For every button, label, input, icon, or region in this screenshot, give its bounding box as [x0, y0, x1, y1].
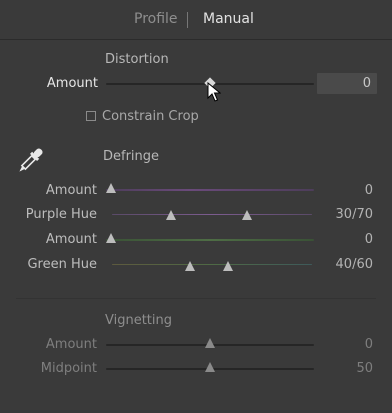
defringe-green-amount-label: Amount: [45, 232, 97, 247]
mouse-pointer-icon: [207, 82, 221, 102]
tab-bar: Profile Manual: [0, 0, 392, 40]
vignetting-midpoint-label: Midpoint: [40, 361, 97, 376]
green-hue-slider-track[interactable]: [112, 264, 312, 265]
purple-hue-slider-track[interactable]: [112, 214, 312, 215]
section-divider: [16, 298, 376, 299]
defringe-green-amount-slider-thumb[interactable]: [106, 233, 116, 243]
tab-manual[interactable]: Manual: [203, 11, 254, 27]
vignetting-amount-label: Amount: [45, 337, 97, 352]
constrain-crop-label: Constrain Crop: [102, 109, 199, 124]
vignetting-title: Vignetting: [105, 313, 173, 328]
purple-hue-high-thumb[interactable]: [242, 210, 252, 220]
defringe-green-amount-value[interactable]: 0: [340, 232, 373, 247]
tab-profile[interactable]: Profile: [134, 11, 178, 27]
defringe-green-amount-slider-track[interactable]: [106, 239, 314, 241]
defringe-purple-amount-slider-track[interactable]: [106, 189, 314, 191]
defringe-purple-amount-value[interactable]: 0: [340, 183, 373, 198]
distortion-title: Distortion: [105, 52, 169, 67]
defringe-title: Defringe: [103, 149, 160, 164]
green-hue-value[interactable]: 40/60: [320, 257, 373, 272]
distortion-amount-value-field[interactable]: 0: [317, 73, 377, 94]
green-hue-high-thumb[interactable]: [223, 261, 233, 271]
tab-divider: [187, 12, 188, 28]
purple-hue-value[interactable]: 30/70: [320, 207, 373, 222]
eyedropper-icon[interactable]: [12, 143, 48, 179]
constrain-crop-checkbox[interactable]: [86, 111, 96, 121]
vignetting-amount-value[interactable]: 0: [340, 337, 373, 352]
vignetting-midpoint-slider-thumb[interactable]: [205, 362, 215, 372]
defringe-purple-amount-label: Amount: [45, 183, 97, 198]
green-hue-low-thumb[interactable]: [185, 261, 195, 271]
vignetting-midpoint-value[interactable]: 50: [340, 361, 373, 376]
distortion-amount-label: Amount: [46, 76, 98, 91]
defringe-purple-amount-slider-thumb[interactable]: [106, 183, 116, 193]
vignetting-amount-slider-thumb[interactable]: [205, 338, 215, 348]
purple-hue-label: Purple Hue: [25, 207, 97, 222]
purple-hue-low-thumb[interactable]: [166, 210, 176, 220]
green-hue-label: Green Hue: [27, 257, 97, 272]
